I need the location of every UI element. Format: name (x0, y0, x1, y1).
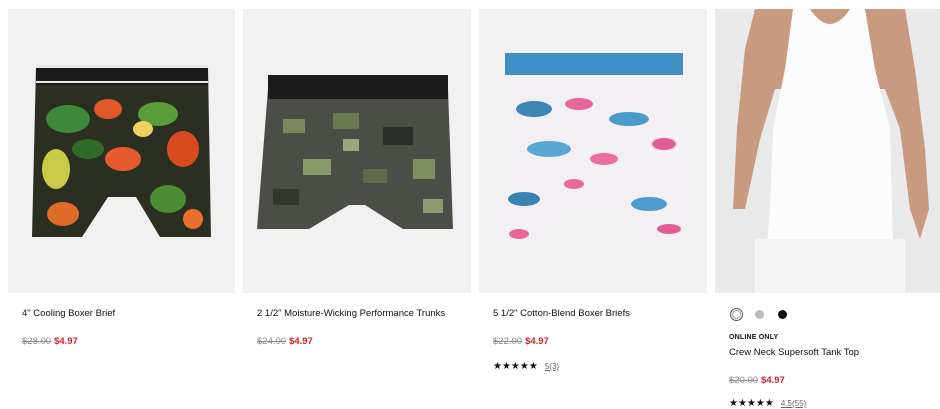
product-image[interactable] (243, 9, 471, 293)
product-card[interactable]: 2 1/2" Moisture-Wicking Performance Trun… (243, 0, 471, 406)
color-swatch-gray[interactable] (755, 310, 764, 319)
original-price: $20.00 (729, 375, 759, 386)
product-image[interactable] (715, 9, 940, 293)
price-row: $28.00 $4.97 (22, 336, 78, 347)
sale-price: $4.97 (525, 336, 549, 347)
price-row: $22.00 $4.97 (493, 336, 549, 347)
white-tank-top-model-image (715, 9, 940, 293)
rating: ★★★★★ 4.5(55) (729, 398, 806, 409)
flamingo-boxer-brief-image (479, 9, 707, 293)
original-price: $22.00 (493, 336, 523, 347)
review-count-link[interactable]: 5(3) (545, 362, 559, 371)
online-only-badge: ONLINE ONLY (729, 334, 779, 341)
rating: ★★★★★ 5(3) (493, 361, 559, 372)
sale-price: $4.97 (54, 336, 78, 347)
star-rating-icon: ★★★★★ (493, 361, 538, 372)
product-image[interactable] (8, 9, 235, 293)
price-row: $20.00 $4.97 (729, 375, 785, 386)
original-price: $28.00 (22, 336, 52, 347)
product-image[interactable] (479, 9, 707, 293)
color-swatch-white[interactable] (732, 310, 741, 319)
floral-boxer-brief-image (8, 9, 235, 293)
price-row: $24.00 $4.97 (257, 336, 313, 347)
sale-price: $4.97 (761, 375, 785, 386)
product-card[interactable]: 4" Cooling Boxer Brief $28.00 $4.97 (8, 0, 235, 406)
camo-trunks-image (243, 9, 471, 293)
product-name[interactable]: 5 1/2" Cotton-Blend Boxer Briefs (493, 308, 630, 319)
product-card[interactable]: ONLINE ONLY Crew Neck Supersoft Tank Top… (715, 0, 940, 409)
color-swatch-black[interactable] (778, 310, 787, 319)
product-grid: 4" Cooling Boxer Brief $28.00 $4.97 2 1/… (0, 0, 940, 409)
star-rating-icon: ★★★★★ (729, 398, 774, 409)
product-card[interactable]: 5 1/2" Cotton-Blend Boxer Briefs $22.00 $… (479, 0, 707, 406)
sale-price: $4.97 (289, 336, 313, 347)
product-name[interactable]: Crew Neck Supersoft Tank Top (729, 347, 859, 358)
product-name[interactable]: 4" Cooling Boxer Brief (22, 308, 115, 319)
review-count-link[interactable]: 4.5(55) (781, 399, 806, 408)
original-price: $24.00 (257, 336, 287, 347)
product-name[interactable]: 2 1/2" Moisture-Wicking Performance Trun… (257, 308, 445, 319)
